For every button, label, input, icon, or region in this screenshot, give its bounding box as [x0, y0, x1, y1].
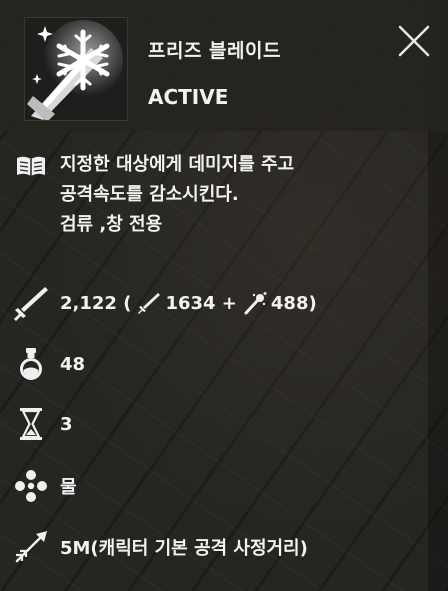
potion-icon: [12, 345, 50, 383]
skill-header: 프리즈 블레이드 ACTIVE: [0, 0, 448, 131]
cooldown-value: 3: [60, 413, 73, 435]
close-button[interactable]: [395, 22, 433, 60]
hourglass-icon: [12, 405, 50, 443]
description-line: 지정한 대상에게 데미지를 주고: [60, 154, 295, 175]
skill-description: 지정한 대상에게 데미지를 주고 공격속도를 감소시킨다. 검류 ,창 전용: [60, 150, 294, 240]
element-value: 물: [60, 477, 77, 498]
sword-icon: [12, 284, 50, 322]
skill-name: 프리즈 블레이드: [148, 40, 281, 62]
water-element-icon: [12, 467, 50, 505]
description-line: 검류 ,창 전용: [60, 214, 163, 235]
sword-icon: [137, 291, 161, 315]
description-line: 공격속도를 감소시킨다.: [60, 184, 239, 205]
book-icon: [15, 154, 47, 178]
magic-wand-icon: [243, 291, 267, 315]
range-arrow-icon: [12, 528, 50, 566]
damage-total: 2,122 (: [60, 292, 132, 314]
skill-type-label: ACTIVE: [148, 85, 229, 109]
damage-physical: 1634 +: [165, 292, 237, 314]
freeze-blade-snowflake-icon: [24, 17, 128, 121]
damage-row: 2,122 ( 1634 + 488): [60, 288, 317, 318]
mp-cost-value: 48: [60, 353, 86, 375]
damage-magic: 488): [270, 292, 317, 314]
range-value: 5M(캐릭터 기본 공격 사정거리): [60, 538, 308, 559]
close-icon: [398, 25, 430, 57]
